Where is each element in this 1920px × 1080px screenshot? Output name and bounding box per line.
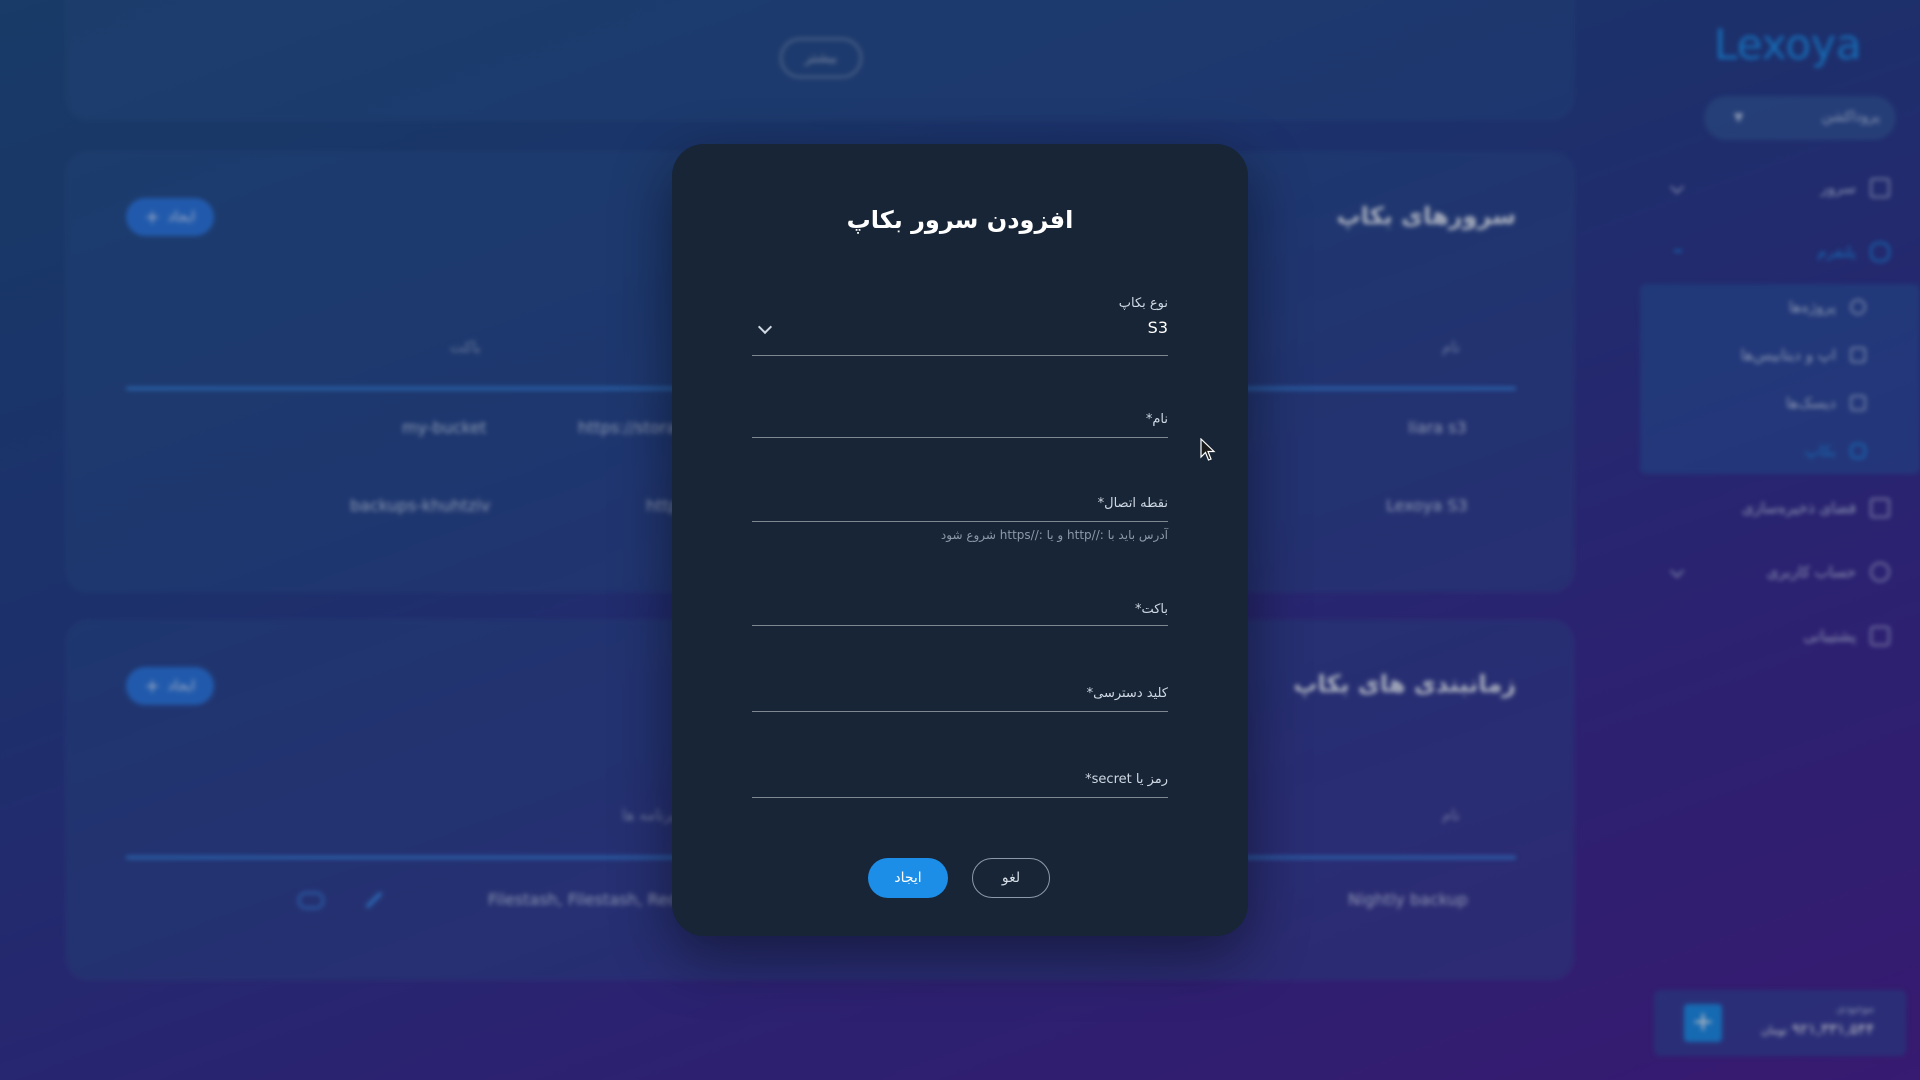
cancel-button[interactable]: لغو (972, 858, 1050, 898)
field-underline (752, 797, 1168, 798)
access-key-field[interactable]: کلید دسترسی* (752, 666, 1168, 712)
field-underline (752, 521, 1168, 522)
backup-type-label: نوع بکاپ (1118, 296, 1168, 311)
create-button[interactable]: ایجاد (868, 858, 948, 898)
field-underline (752, 711, 1168, 712)
access-key-label: کلید دسترسی* (1086, 686, 1168, 701)
name-field[interactable]: نام* (752, 392, 1168, 438)
bucket-label: باکت* (1134, 602, 1168, 617)
endpoint-hint: آدرس باید با ://http و یا ://https شروع … (940, 528, 1168, 542)
name-label: نام* (1145, 412, 1168, 427)
secret-field[interactable]: رمز یا secret* (752, 752, 1168, 798)
secret-label: رمز یا secret* (1085, 772, 1168, 787)
add-backup-server-dialog: افزودن سرور بکاپ نوع بکاپ S3 نام* نقطه ا… (672, 144, 1248, 936)
endpoint-field[interactable]: نقطه اتصال* (752, 476, 1168, 522)
endpoint-hint-row: آدرس باید با ://http و یا ://https شروع … (752, 524, 1168, 544)
dialog-title: افزودن سرور بکاپ (846, 206, 1074, 234)
mouse-cursor-icon (1200, 438, 1216, 461)
field-underline (752, 437, 1168, 438)
field-underline (752, 355, 1168, 356)
backup-type-value: S3 (1147, 318, 1168, 337)
chevron-down-icon (757, 319, 773, 335)
endpoint-label: نقطه اتصال* (1097, 496, 1168, 511)
bucket-field[interactable]: باکت* (752, 580, 1168, 626)
backup-type-select[interactable]: نوع بکاپ S3 (752, 296, 1168, 356)
field-underline (752, 625, 1168, 626)
